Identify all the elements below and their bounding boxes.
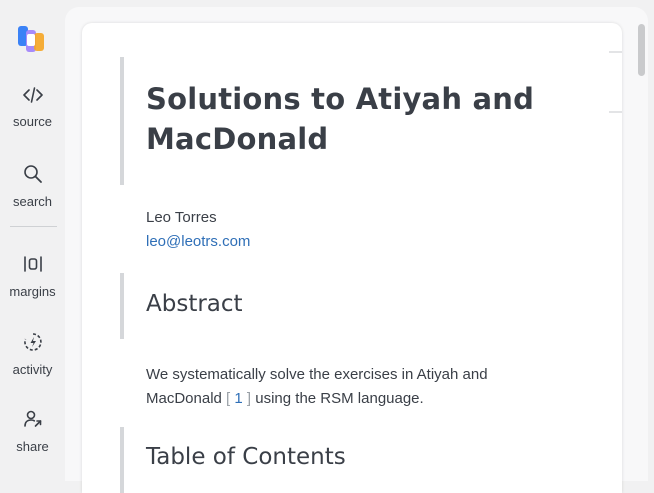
search-icon [23,165,42,183]
activity-label: activity [12,362,53,377]
margins-button[interactable]: margins [0,254,65,299]
abstract-section-bar [120,273,124,339]
share-label: share [16,439,49,454]
source-button[interactable]: source [0,86,65,129]
title-section-bar [120,57,124,185]
toc-heading: Table of Contents [146,444,346,470]
margins-label: margins [9,284,56,299]
abstract-heading: Abstract [146,291,243,317]
sidebar-divider [10,226,57,227]
margins-icon [23,256,42,272]
abstract-text-after: using the RSM language. [255,390,424,407]
abstract-text: We systematically solve the exercises in… [146,363,526,411]
activity-button[interactable]: activity [0,332,65,377]
document-card: Solutions to Atiyah and MacDonald Leo To… [82,23,622,493]
minimap-tick [609,111,622,113]
scrollbar-thumb[interactable] [638,24,645,76]
app-logo-icon[interactable] [17,24,49,54]
search-label: search [12,194,53,209]
document-title: Solutions to Atiyah and MacDonald [146,82,535,156]
search-button[interactable]: search [0,164,65,209]
citation-link[interactable]: [ 1 ] [226,390,251,407]
sidebar: source search margins activity share [0,0,65,481]
share-icon [23,410,41,427]
source-label: source [12,114,53,129]
activity-icon [23,333,42,351]
author-name: Leo Torres [146,209,217,226]
toc-section-bar [120,427,124,493]
minimap-tick [609,51,622,53]
share-button[interactable]: share [0,409,65,454]
author-email-link[interactable]: leo@leotrs.com [146,233,250,250]
code-icon [22,87,43,103]
scrollbar-track[interactable] [637,20,645,481]
